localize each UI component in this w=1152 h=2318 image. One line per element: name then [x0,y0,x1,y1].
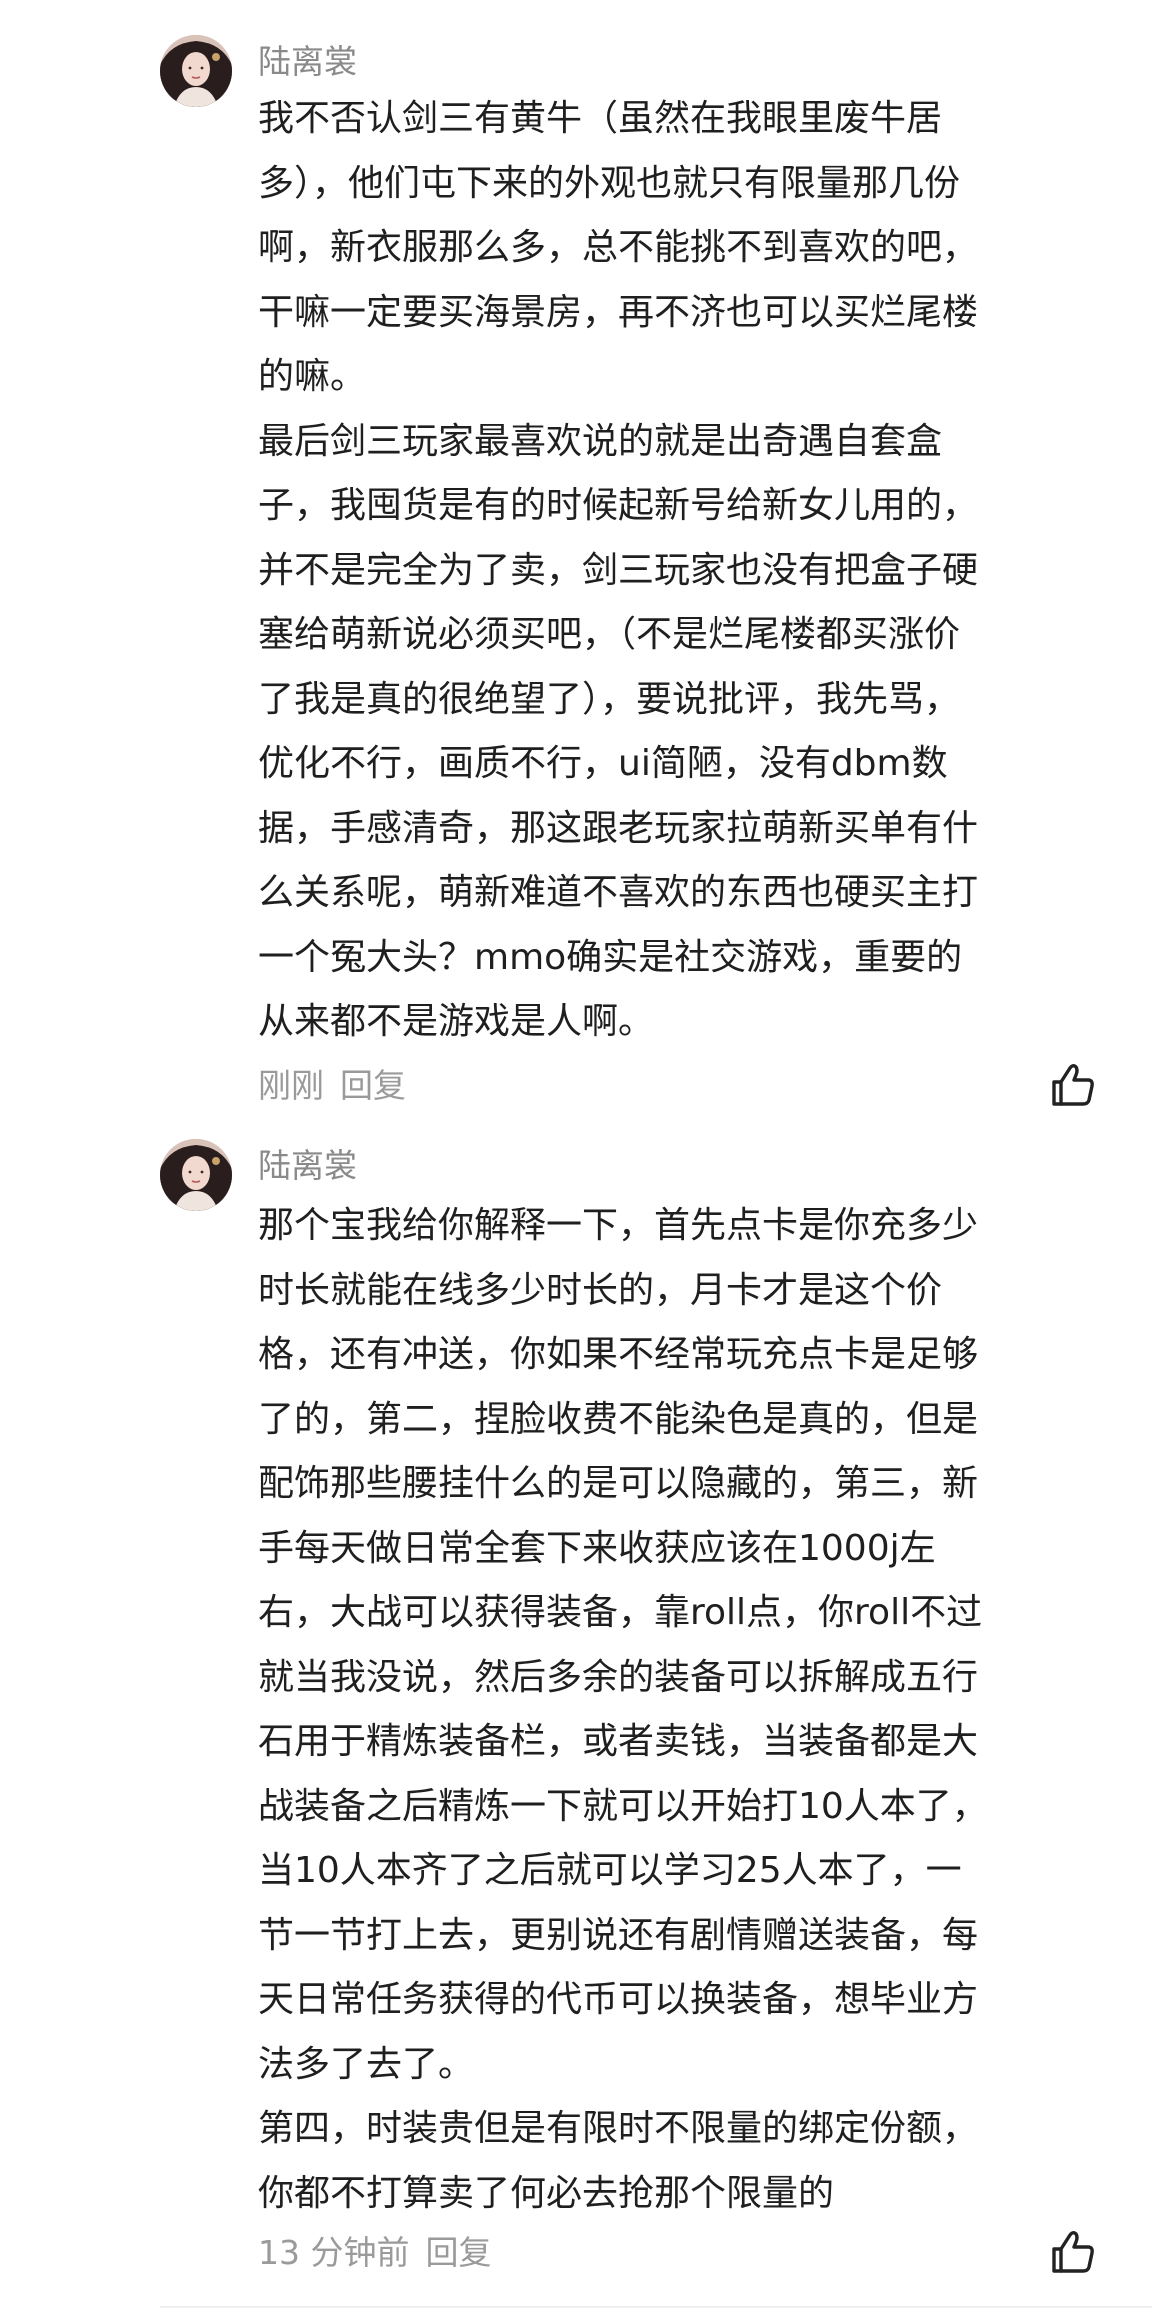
comment-meta: 13 分钟前 回复 [258,2233,491,2273]
comment-paragraph: 我不否认剑三有黄牛（虽然在我眼里废牛居 多），他们屯下来的外观也就只有限量那几份… [258,98,979,397]
comment-timestamp: 13 分钟前 [258,2233,410,2272]
avatar[interactable] [160,1139,232,1211]
reply-button[interactable]: 回复 [425,2233,491,2272]
avatar[interactable] [160,35,232,107]
avatar-portrait-icon [160,35,232,107]
comment-paragraph: 那个宝我给你解释一下，首先点卡是你充多少 时长就能在线多少时长的，月卡才是这个价… [258,1205,988,2085]
comment-username[interactable]: 陆离裳 [258,42,357,82]
comment-body: 那个宝我给你解释一下，首先点卡是你充多少 时长就能在线多少时长的，月卡才是这个价… [258,1194,1098,2226]
divider [160,2306,1152,2308]
thumbs-up-icon [1052,1064,1094,1106]
comment-body: 我不否认剑三有黄牛（虽然在我眼里废牛居 多），他们屯下来的外观也就只有限量那几份… [258,87,1098,1055]
comment-paragraph: 最后剑三玩家最喜欢说的就是出奇遇自套盒 子，我囤货是有的时候起新号给新女儿用的，… [258,420,979,1043]
avatar-portrait-icon [160,1139,232,1211]
comment-item: 陆离裳 那个宝我给你解释一下，首先点卡是你充多少 时长就能在线多少时长的，月卡才… [0,1110,1152,2318]
like-button[interactable] [1048,2227,1098,2277]
comment-username[interactable]: 陆离裳 [258,1146,357,1186]
comment-paragraph: 第四，时装贵但是有限时不限量的绑定份额， 你都不打算卖了何必去抢那个限量的 [258,2108,979,2214]
reply-button[interactable]: 回复 [340,1066,406,1105]
like-button[interactable] [1048,1060,1098,1110]
comment-meta: 刚刚 回复 [258,1066,406,1106]
comment-timestamp: 刚刚 [258,1066,324,1105]
comment-item: 陆离裳 我不否认剑三有黄牛（虽然在我眼里废牛居 多），他们屯下来的外观也就只有限… [0,0,1152,1110]
thumbs-up-icon [1052,2231,1094,2273]
